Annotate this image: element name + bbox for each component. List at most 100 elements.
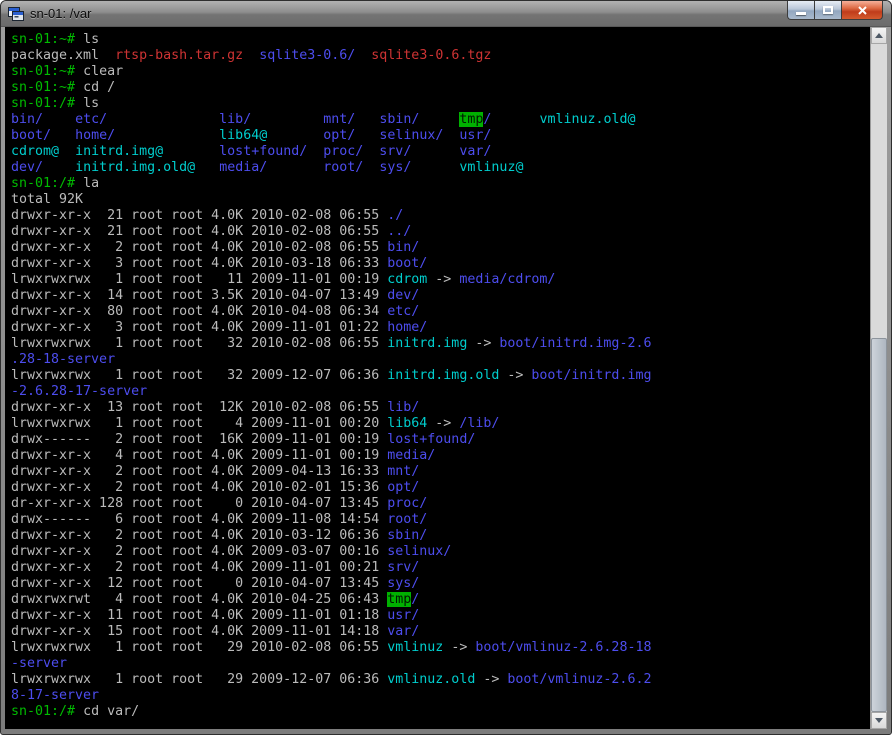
terminal-output[interactable]: sn-01:~# ls package.xml rtsp-bash.tar.gz … (5, 27, 870, 729)
terminal-window: sn-01: /var sn-01:~# ls package.xml rtsp-… (0, 0, 892, 735)
terminal-line: sn-01:~# cd / (11, 80, 870, 96)
terminal-line: lrwxrwxrwx 1 root root 11 2009-11-01 00:… (11, 272, 870, 288)
terminal-line: dr-xr-xr-x 128 root root 0 2010-04-07 13… (11, 496, 870, 512)
terminal-text-dir: opt/ (387, 480, 420, 495)
terminal-text-link: lib64 (387, 416, 428, 431)
terminal-text-dir: 8-17-server (11, 688, 100, 703)
maximize-button[interactable] (814, 1, 841, 20)
terminal-text-fg: drwxrwxrwt 4 root root 4.0K 2010-04-25 0… (11, 592, 388, 607)
terminal-text-dir: boot/ (11, 128, 52, 143)
terminal-line: dev/ initrd.img.old@ media/ root/ sys/ v… (11, 160, 870, 176)
terminal-text-fg (443, 128, 459, 143)
terminal-text-fg: drwxr-xr-x 3 root root 4.0K 2010-03-18 0… (11, 256, 388, 271)
close-icon (857, 5, 867, 15)
terminal-text-fg: lrwxrwxrwx 1 root root 4 2009-11-01 00:2… (11, 416, 388, 431)
terminal-line: drwx------ 2 root root 16K 2009-11-01 00… (11, 432, 870, 448)
terminal-text-fg: drwxr-xr-x 2 root root 4.0K 2010-02-08 0… (11, 240, 388, 255)
terminal-text-dir: / (411, 592, 420, 607)
terminal-line: lrwxrwxrwx 1 root root 4 2009-11-01 00:2… (11, 416, 870, 432)
terminal-text-fg (363, 144, 379, 159)
terminal-text-dir: mnt/ (387, 464, 420, 479)
terminal-text-fg: drwxr-xr-x 2 root root 4.0K 2009-03-07 0… (11, 544, 388, 559)
terminal-line: total 92K (11, 192, 870, 208)
terminal-text-dir: lost+found/ (387, 432, 476, 447)
terminal-text-fg (43, 160, 75, 175)
terminal-line: drwx------ 6 root root 4.0K 2009-11-08 1… (11, 512, 870, 528)
scroll-down-button[interactable] (871, 712, 887, 729)
terminal-text-archive: sqlite3-0.6.tgz (371, 48, 492, 63)
terminal-line: lrwxrwxrwx 1 root root 29 2010-02-08 06:… (11, 640, 870, 656)
terminal-text-fg (355, 48, 371, 63)
terminal-text-dir: ../ (387, 224, 412, 239)
terminal-text-dir: boot/vmlinuz-2.6.2 (507, 672, 652, 687)
terminal-line: drwxr-xr-x 14 root root 3.5K 2010-04-07 … (11, 288, 870, 304)
terminal-text-fg (267, 128, 323, 143)
terminal-text-fg: ls (83, 32, 100, 47)
terminal-text-fg (107, 112, 219, 127)
terminal-line: drwxr-xr-x 2 root root 4.0K 2010-03-12 0… (11, 528, 870, 544)
terminal-text-fg (363, 160, 379, 175)
terminal-line: drwxr-xr-x 2 root root 4.0K 2009-03-07 0… (11, 544, 870, 560)
terminal-line: drwxr-xr-x 15 root root 4.0K 2009-11-01 … (11, 624, 870, 640)
terminal-line: drwxr-xr-x 2 root root 4.0K 2009-04-13 1… (11, 464, 870, 480)
terminal-text-dir: home/ (387, 320, 428, 335)
terminal-text-dir: boot/ (387, 256, 428, 271)
terminal-text-dir: sys/ (387, 576, 420, 591)
terminal-line: drwxr-xr-x 3 root root 4.0K 2010-03-18 0… (11, 256, 870, 272)
terminal-text-fg: drwxr-xr-x 80 root root 4.0K 2010-04-08 … (11, 304, 388, 319)
terminal-text-fg: drwxr-xr-x 12 root root 0 2010-04-07 13:… (11, 576, 388, 591)
close-button[interactable] (841, 1, 883, 20)
terminal-line: drwxr-xr-x 12 root root 0 2010-04-07 13:… (11, 576, 870, 592)
terminal-text-dir: media/cdrom/ (459, 272, 556, 287)
terminal-text-fg: drwxr-xr-x 15 root root 4.0K 2009-11-01 … (11, 624, 388, 639)
terminal-text-fg (355, 128, 379, 143)
terminal-text-dir: lib/ (219, 112, 252, 127)
terminal-text-fg: cd var/ (83, 704, 140, 719)
terminal-text-link: initrd.img.old (387, 368, 500, 383)
terminal-text-fg: -> (499, 368, 532, 383)
terminal-text-fg: drwx------ 6 root root 4.0K 2009-11-08 1… (11, 512, 388, 527)
terminal-line: bin/ etc/ lib/ mnt/ sbin/ tmp/ vmlinuz.o… (11, 112, 870, 128)
scrollbar-track[interactable] (871, 44, 887, 712)
terminal-line: lrwxrwxrwx 1 root root 32 2009-12-07 06:… (11, 368, 870, 384)
terminal-text-link: initrd.img (387, 336, 468, 351)
minimize-button[interactable] (787, 1, 814, 20)
terminal-text-dir: selinux/ (387, 544, 452, 559)
scrollbar-thumb[interactable] (871, 337, 887, 712)
terminal-text-dir: dev/ (387, 288, 420, 303)
scrollbar[interactable] (870, 27, 887, 729)
terminal-text-fg (419, 112, 459, 127)
terminal-text-fg: -> (427, 416, 460, 431)
title-bar[interactable]: sn-01: /var (1, 1, 891, 27)
terminal-text-sticky: tmp (387, 592, 412, 607)
terminal-text-fg: cd / (83, 80, 116, 95)
terminal-line: drwxr-xr-x 3 root root 4.0K 2009-11-01 0… (11, 320, 870, 336)
terminal-line: drwxr-xr-x 4 root root 4.0K 2009-11-01 0… (11, 448, 870, 464)
terminal-text-fg: drwxr-xr-x 13 root root 12K 2010-02-08 0… (11, 400, 388, 415)
terminal-text-prompt: sn-01:~# (11, 64, 84, 79)
terminal-text-dir: proc/ (387, 496, 428, 511)
scroll-up-button[interactable] (871, 27, 887, 44)
terminal-text-dir: mnt/ (323, 112, 356, 127)
terminal-text-sticky: tmp (459, 112, 484, 127)
terminal-line: sn-01:/# la (11, 176, 870, 192)
terminal-text-fg: lrwxrwxrwx 1 root root 29 2009-12-07 06:… (11, 672, 388, 687)
terminal-text-dir: bin/ (11, 112, 44, 127)
terminal-text-dir: bin/ (387, 240, 420, 255)
terminal-line: sn-01:~# ls (11, 32, 870, 48)
terminal-text-dir: media/ (387, 448, 436, 463)
terminal-text-dir: -2.6.28-17-server (11, 384, 148, 399)
terminal-line: drwxr-xr-x 2 root root 4.0K 2010-02-08 0… (11, 240, 870, 256)
terminal-text-fg: -> (427, 272, 460, 287)
terminal-text-fg (267, 160, 323, 175)
terminal-text-fg (59, 144, 75, 159)
terminal-text-fg: dr-xr-xr-x 128 root root 0 2010-04-07 13… (11, 496, 388, 511)
terminal-text-dir: etc/ (75, 112, 108, 127)
terminal-text-dir: media/ (219, 160, 268, 175)
terminal-text-link: cdrom (387, 272, 428, 287)
terminal-text-dir: opt/ (323, 128, 356, 143)
terminal-text-dir: boot/initrd.img (531, 368, 652, 383)
terminal-text-dir: usr/ (459, 128, 492, 143)
terminal-text-dir: usr/ (387, 608, 420, 623)
terminal-text-prompt: sn-01:/# (11, 704, 84, 719)
